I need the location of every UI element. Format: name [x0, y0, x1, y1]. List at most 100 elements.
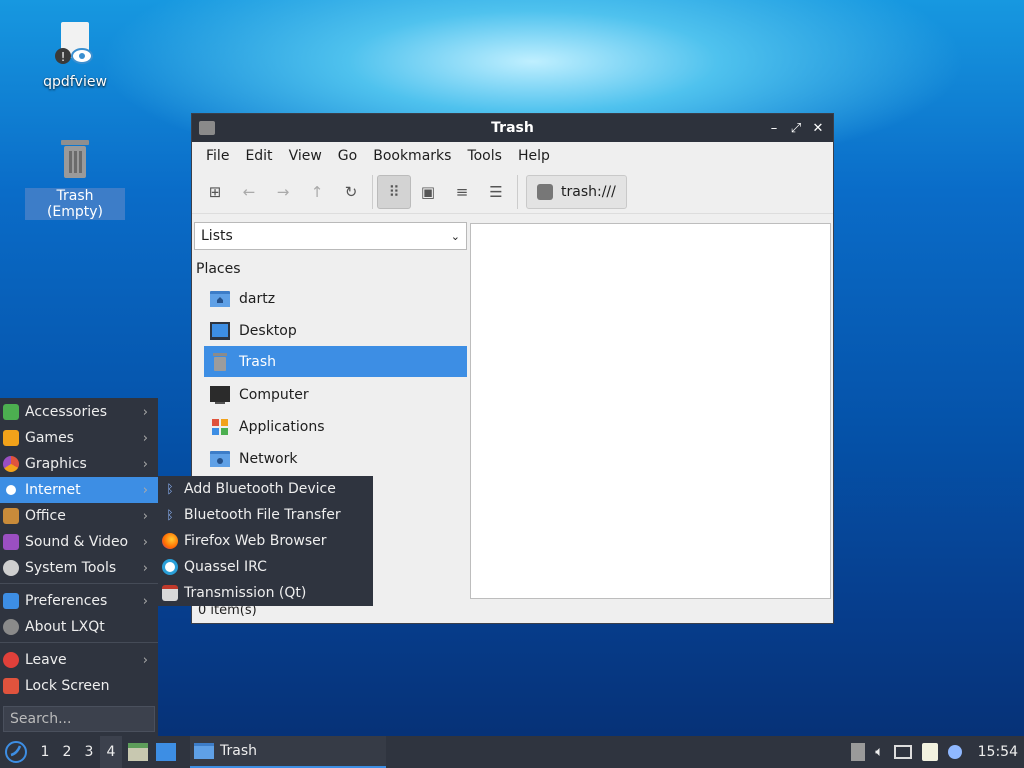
computer-icon	[210, 385, 230, 404]
menu-item-label: Leave	[25, 652, 67, 668]
maximize-button[interactable]: ⤢	[787, 119, 805, 137]
submenu-item-add-bluetooth[interactable]: ᛒ Add Bluetooth Device	[158, 476, 373, 502]
menu-item-label: About LXQt	[25, 619, 105, 635]
desktop-icon-label: Trash (Empty)	[25, 188, 125, 220]
show-desktop-icon[interactable]	[156, 743, 176, 761]
menu-item-preferences[interactable]: Preferences ›	[0, 588, 158, 614]
tray-expand-icon[interactable]	[851, 743, 866, 761]
menu-view[interactable]: View	[281, 148, 330, 164]
network-folder-icon	[210, 450, 230, 467]
minimize-button[interactable]: –	[765, 119, 783, 137]
quassel-icon	[162, 559, 178, 575]
place-network[interactable]: Network	[204, 443, 467, 474]
menu-item-leave[interactable]: Leave ›	[0, 647, 158, 673]
menu-tools[interactable]: Tools	[459, 148, 510, 164]
desktop-icon-qpdfview[interactable]: ! qpdfview	[25, 22, 125, 90]
lock-icon	[3, 678, 19, 694]
graphics-icon	[3, 456, 19, 472]
place-label: dartz	[239, 290, 276, 307]
menu-edit[interactable]: Edit	[237, 148, 280, 164]
menu-item-system-tools[interactable]: System Tools ›	[0, 555, 158, 581]
volume-icon[interactable]: 🔈︎	[875, 744, 883, 760]
start-menu-button[interactable]	[0, 736, 32, 768]
submenu-item-label: Add Bluetooth Device	[184, 481, 336, 497]
sound-video-icon	[3, 534, 19, 550]
menu-item-label: Lock Screen	[25, 678, 110, 694]
menu-help[interactable]: Help	[510, 148, 558, 164]
chevron-right-icon: ›	[142, 430, 148, 446]
desktop-switch-4[interactable]: 4	[100, 736, 122, 768]
submenu-item-label: Bluetooth File Transfer	[184, 507, 341, 523]
reload-button[interactable]: ↻	[334, 175, 368, 209]
place-computer[interactable]: Computer	[204, 379, 467, 410]
menu-item-label: Accessories	[25, 404, 108, 420]
menu-item-internet[interactable]: Internet ›	[0, 477, 158, 503]
menu-file[interactable]: File	[198, 148, 237, 164]
menu-go[interactable]: Go	[330, 148, 365, 164]
clipboard-icon[interactable]	[921, 743, 938, 761]
back-button[interactable]: ←	[232, 175, 266, 209]
start-menu: Accessories › Games › Graphics › Internet › …	[0, 398, 158, 736]
notification-icon[interactable]	[947, 745, 962, 759]
lxqt-logo-icon	[5, 741, 27, 763]
icon-view-button[interactable]: ⠿	[377, 174, 411, 209]
menu-item-lock-screen[interactable]: Lock Screen	[0, 673, 158, 699]
path-button[interactable]: trash:///	[526, 174, 627, 209]
internet-submenu: ᛒ Add Bluetooth Device ᛒ Bluetooth File Tr…	[158, 476, 373, 606]
folder-icon	[194, 743, 214, 759]
system-tray: 🔈︎ 15:54	[851, 736, 1024, 768]
submenu-item-quassel[interactable]: Quassel IRC	[158, 554, 373, 580]
chevron-right-icon: ›	[142, 456, 148, 472]
toolbar: ⊞ ← → ↑ ↻ ⠿ ▣ ≡ ☰ trash:///	[192, 170, 833, 214]
submenu-item-bluetooth-transfer[interactable]: ᛒ Bluetooth File Transfer	[158, 502, 373, 528]
info-icon	[3, 619, 19, 635]
submenu-item-firefox[interactable]: Firefox Web Browser	[158, 528, 373, 554]
new-tab-button[interactable]: ⊞	[198, 175, 232, 209]
games-icon	[3, 430, 19, 446]
menu-separator	[0, 642, 158, 643]
internet-icon	[3, 482, 19, 498]
submenu-item-label: Transmission (Qt)	[184, 585, 307, 601]
file-list-view[interactable]	[470, 223, 831, 599]
firefox-icon	[162, 533, 178, 549]
desktop-icon-trash[interactable]: Trash (Empty)	[25, 138, 125, 220]
thumbnail-view-button[interactable]: ▣	[411, 175, 445, 209]
transmission-icon	[162, 585, 178, 601]
menu-item-about-lxqt[interactable]: About LXQt	[0, 614, 158, 640]
place-desktop[interactable]: Desktop	[204, 315, 467, 346]
menu-bookmarks[interactable]: Bookmarks	[365, 148, 459, 164]
chevron-right-icon: ›	[142, 404, 148, 420]
bluetooth-icon: ᛒ	[166, 508, 174, 522]
side-pane-mode-select[interactable]: Lists ⌄	[194, 222, 467, 250]
trash-path-icon	[537, 183, 553, 200]
forward-button[interactable]: →	[266, 175, 300, 209]
desktop-switch-1[interactable]: 1	[34, 736, 56, 768]
menu-item-graphics[interactable]: Graphics ›	[0, 451, 158, 477]
desktop-switch-3[interactable]: 3	[78, 736, 100, 768]
place-trash[interactable]: Trash	[204, 346, 467, 377]
menu-item-sound-video[interactable]: Sound & Video ›	[0, 529, 158, 555]
menu-separator	[0, 583, 158, 584]
submenu-item-transmission[interactable]: Transmission (Qt)	[158, 580, 373, 606]
taskbar: 1 2 3 4 Trash 🔈︎ 15:54	[0, 736, 1024, 768]
clock[interactable]: 15:54	[978, 744, 1018, 760]
menu-search-input[interactable]: Search...	[3, 706, 155, 732]
menu-item-accessories[interactable]: Accessories ›	[0, 399, 158, 425]
detailed-view-button[interactable]: ☰	[479, 175, 513, 209]
place-applications[interactable]: Applications	[204, 411, 467, 442]
up-button[interactable]: ↑	[300, 175, 334, 209]
close-button[interactable]: ✕	[809, 119, 827, 137]
chevron-right-icon: ›	[142, 508, 148, 524]
compact-view-button[interactable]: ≡	[445, 175, 479, 209]
network-icon[interactable]	[893, 745, 912, 759]
taskbar-task-trash[interactable]: Trash	[190, 736, 386, 768]
accessories-icon	[3, 404, 19, 420]
file-manager-launcher-icon[interactable]	[128, 743, 148, 761]
menu-item-games[interactable]: Games ›	[0, 425, 158, 451]
title-bar[interactable]: Trash – ⤢ ✕	[192, 114, 833, 142]
submenu-item-label: Firefox Web Browser	[184, 533, 327, 549]
menu-item-office[interactable]: Office ›	[0, 503, 158, 529]
pdf-viewer-icon: !	[55, 22, 93, 64]
place-dartz[interactable]: dartz	[204, 283, 467, 314]
desktop-switch-2[interactable]: 2	[56, 736, 78, 768]
